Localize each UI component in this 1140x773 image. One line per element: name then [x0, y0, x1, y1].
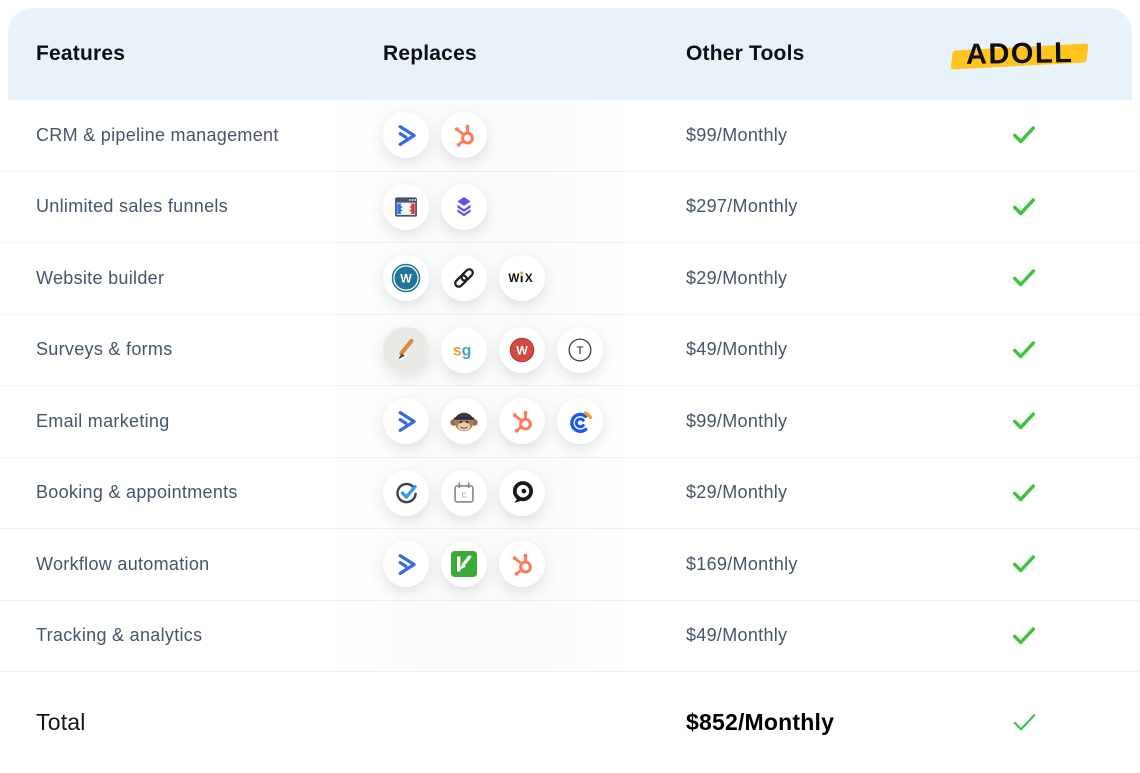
activecampaign-icon — [383, 541, 429, 587]
table-row-crm: CRM & pipeline management $99/Monthly — [0, 100, 1140, 172]
feature-label: Unlimited sales funnels — [36, 196, 383, 217]
replaces-tools — [383, 470, 686, 516]
feature-label: CRM & pipeline management — [36, 125, 383, 146]
typeform-icon — [557, 327, 603, 373]
replaces-tools — [383, 255, 686, 301]
included-check-icon — [1011, 551, 1037, 577]
other-tools-price: $49/Monthly — [686, 625, 908, 646]
included-check-icon — [1011, 337, 1037, 363]
squarespace-icon — [441, 255, 487, 301]
included-check-icon — [1011, 122, 1037, 148]
included-check-icon — [1011, 623, 1037, 649]
included-check-icon — [1011, 194, 1037, 220]
total-price: $852/Monthly — [686, 709, 908, 736]
table-row-booking: Booking & appointments $29/Monthly — [0, 458, 1140, 530]
acuity-icon — [499, 470, 545, 516]
table-row-email: Email marketing $99/Monthly — [0, 386, 1140, 458]
table-total-row: Total $852/Monthly — [0, 672, 1140, 772]
total-label: Total — [36, 709, 383, 736]
check-circle-scheduler-icon — [383, 470, 429, 516]
total-included-check-icon — [1011, 709, 1038, 736]
included-check-icon — [1011, 265, 1037, 291]
table-header: Features Replaces Other Tools ADOLL — [8, 8, 1132, 100]
feature-label: Website builder — [36, 268, 383, 289]
mailchimp-icon — [441, 398, 487, 444]
wufoo-icon — [499, 327, 545, 373]
brand-name: ADOLL — [966, 37, 1074, 71]
feature-label: Workflow automation — [36, 554, 383, 575]
constant-contact-icon — [557, 398, 603, 444]
other-tools-price: $297/Monthly — [686, 196, 908, 217]
wordpress-icon — [383, 255, 429, 301]
replaces-tools — [383, 541, 686, 587]
other-tools-price: $29/Monthly — [686, 482, 908, 503]
replaces-tools — [383, 184, 686, 230]
pencil-form-icon — [383, 327, 429, 373]
clickfunnels-icon — [383, 184, 429, 230]
other-tools-price: $169/Monthly — [686, 554, 908, 575]
surveygizmo-icon — [441, 327, 487, 373]
column-header-replaces: Replaces — [383, 42, 686, 66]
feature-label: Email marketing — [36, 411, 383, 432]
column-header-other-tools: Other Tools — [686, 42, 908, 66]
replaces-tools — [383, 398, 686, 444]
table-row-tracking: Tracking & analytics $49/Monthly — [0, 601, 1140, 673]
table-row-funnels: Unlimited sales funnels $297/Monthly — [0, 172, 1140, 244]
comparison-table-card: Features Replaces Other Tools ADOLL CRM … — [0, 8, 1140, 773]
table-row-workflow: Workflow automation $169/Monthly — [0, 529, 1140, 601]
keap-icon — [441, 541, 487, 587]
table-row-website: Website builder $29/Monthly — [0, 243, 1140, 315]
wix-icon — [499, 255, 545, 301]
activecampaign-icon — [383, 112, 429, 158]
replaces-tools — [383, 327, 686, 373]
other-tools-price: $99/Monthly — [686, 411, 908, 432]
other-tools-price: $99/Monthly — [686, 125, 908, 146]
adoll-logo: ADOLL — [956, 34, 1084, 73]
hubspot-icon — [441, 112, 487, 158]
feature-label: Tracking & analytics — [36, 625, 383, 646]
other-tools-price: $49/Monthly — [686, 339, 908, 360]
calendar-c-icon — [441, 470, 487, 516]
table-row-surveys: Surveys & forms $49/Monthly — [0, 315, 1140, 387]
other-tools-price: $29/Monthly — [686, 268, 908, 289]
leadpages-icon — [441, 184, 487, 230]
replaces-tools — [383, 112, 686, 158]
hubspot-icon — [499, 541, 545, 587]
hubspot-icon — [499, 398, 545, 444]
activecampaign-icon — [383, 398, 429, 444]
feature-label: Surveys & forms — [36, 339, 383, 360]
column-header-features: Features — [36, 42, 383, 66]
included-check-icon — [1011, 480, 1037, 506]
feature-label: Booking & appointments — [36, 482, 383, 503]
included-check-icon — [1011, 408, 1037, 434]
